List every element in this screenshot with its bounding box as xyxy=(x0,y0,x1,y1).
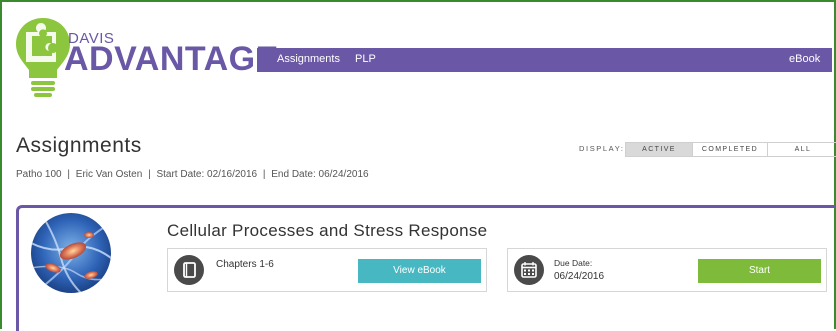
book-icon xyxy=(174,255,204,285)
start-date: Start Date: 02/16/2016 xyxy=(156,169,258,180)
nav-assignments[interactable]: Assignments xyxy=(277,53,340,65)
instructor-name: Eric Van Osten xyxy=(75,169,143,180)
nav-ebook[interactable]: eBook xyxy=(789,53,820,65)
chapters-box: Chapters 1-6 View eBook xyxy=(167,248,487,292)
view-ebook-button[interactable]: View eBook xyxy=(358,259,481,283)
due-date-label: Due Date: xyxy=(554,258,593,268)
due-date-value: 06/24/2016 xyxy=(554,271,605,282)
calendar-icon xyxy=(514,255,544,285)
end-date: End Date: 06/24/2016 xyxy=(271,169,369,180)
filter-completed[interactable]: COMPLETED xyxy=(693,143,768,156)
filter-all[interactable]: ALL xyxy=(768,143,836,156)
start-button[interactable]: Start xyxy=(698,259,821,283)
display-filter-toggle: ACTIVE COMPLETED ALL xyxy=(625,142,836,157)
logo-text-advantage: ADVANTAGE xyxy=(64,40,279,78)
page-title: Assignments xyxy=(16,134,142,157)
separator: | xyxy=(148,169,151,180)
cell-image xyxy=(31,213,111,293)
separator: | xyxy=(262,169,266,180)
nav-plp[interactable]: PLP xyxy=(355,53,376,65)
separator: | xyxy=(67,169,70,180)
chapters-text: Chapters 1-6 xyxy=(216,259,274,270)
course-name: Patho 100 xyxy=(16,169,62,180)
display-label: DISPLAY: xyxy=(579,144,625,153)
course-meta: Patho 100 | Eric Van Osten | Start Date:… xyxy=(16,169,369,180)
top-navigation: Assignments PLP eBook xyxy=(257,48,832,72)
filter-active[interactable]: ACTIVE xyxy=(626,143,693,156)
due-date-box: Due Date: 06/24/2016 Start xyxy=(507,248,827,292)
assignment-title[interactable]: Cellular Processes and Stress Response xyxy=(167,221,487,241)
